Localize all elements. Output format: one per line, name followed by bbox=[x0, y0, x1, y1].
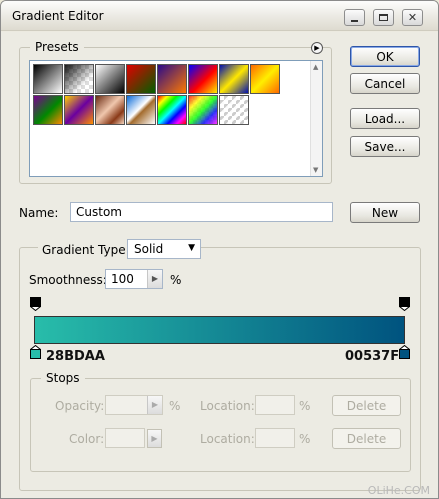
dialog-body: Presets ▶ ▲ ▼ OK Cancel Load... Save... … bbox=[1, 32, 438, 498]
color-location-input[interactable] bbox=[255, 428, 295, 448]
title-bar: Gradient Editor ✕ bbox=[1, 1, 438, 31]
smoothness-input[interactable]: 100 ▶ bbox=[105, 269, 163, 289]
preset-swatch-transparent-stripes[interactable] bbox=[219, 95, 249, 125]
arrow-right-icon: ▶ bbox=[151, 434, 158, 443]
stops-group: Stops bbox=[30, 371, 411, 472]
gradient-type-value: Solid bbox=[134, 242, 164, 256]
preset-swatch-black-white[interactable] bbox=[33, 64, 63, 94]
preset-swatch-red-green[interactable] bbox=[126, 64, 156, 94]
color-swatch-field[interactable] bbox=[105, 428, 145, 448]
delete-color-stop-button[interactable]: Delete bbox=[332, 428, 401, 449]
presets-grid: ▲ ▼ bbox=[29, 60, 323, 177]
close-button[interactable]: ✕ bbox=[402, 9, 423, 26]
preset-swatch-orange-yellow-orange[interactable] bbox=[250, 64, 280, 94]
color-menu-button[interactable]: ▶ bbox=[147, 429, 162, 448]
preset-swatch-blue-red-yellow[interactable] bbox=[188, 64, 218, 94]
load-button[interactable]: Load... bbox=[350, 108, 420, 129]
presets-scrollbar[interactable]: ▲ ▼ bbox=[310, 61, 322, 176]
stepper-arrow-icon: ▶ bbox=[151, 274, 159, 283]
color-stop-right[interactable] bbox=[399, 345, 410, 359]
name-label: Name: bbox=[19, 206, 59, 220]
new-button[interactable]: New bbox=[350, 202, 420, 223]
close-icon: ✕ bbox=[407, 11, 418, 24]
maximize-button[interactable] bbox=[373, 9, 394, 26]
watermark: OLiHe.COM bbox=[367, 484, 430, 497]
right-color-hex: 00537F bbox=[345, 349, 400, 364]
maximize-icon bbox=[379, 14, 388, 21]
presets-label: Presets bbox=[30, 40, 84, 54]
preset-swatch-spectrum[interactable] bbox=[157, 95, 187, 125]
name-field[interactable]: Custom bbox=[70, 202, 333, 222]
preset-swatch-violet-green-orange[interactable] bbox=[33, 95, 63, 125]
preset-swatch-black-white-2[interactable] bbox=[95, 64, 125, 94]
preset-swatch-yellow-violet-orange[interactable] bbox=[64, 95, 94, 125]
color-label: Color: bbox=[69, 432, 105, 446]
ok-button[interactable]: OK bbox=[350, 46, 420, 67]
opacity-location-unit: % bbox=[299, 399, 311, 413]
presets-menu-icon[interactable]: ▶ bbox=[311, 42, 323, 54]
gradient-type-select[interactable]: Solid ▼ bbox=[127, 239, 201, 259]
color-stop-left[interactable] bbox=[30, 345, 41, 359]
save-button[interactable]: Save... bbox=[350, 136, 420, 157]
smoothness-label: Smoothness: bbox=[29, 273, 107, 287]
opacity-location-label: Location: bbox=[200, 399, 255, 413]
cancel-button[interactable]: Cancel bbox=[350, 73, 420, 94]
chevron-down-icon: ▼ bbox=[188, 243, 195, 253]
gradient-type-label: Gradient Type: bbox=[38, 243, 134, 257]
preset-swatch-transparent-black[interactable] bbox=[64, 64, 94, 94]
stops-label: Stops bbox=[41, 371, 85, 385]
window-title: Gradient Editor bbox=[12, 9, 104, 23]
smoothness-value: 100 bbox=[111, 272, 134, 286]
opacity-label: Opacity: bbox=[55, 399, 105, 413]
scroll-down-icon[interactable]: ▼ bbox=[313, 166, 318, 174]
minimize-button[interactable] bbox=[344, 9, 365, 26]
color-location-label: Location: bbox=[200, 432, 255, 446]
gradient-editor-window: Gradient Editor ✕ Presets ▶ ▲ ▼ OK Cance… bbox=[0, 0, 439, 499]
preset-swatch-chrome[interactable] bbox=[126, 95, 156, 125]
smoothness-stepper[interactable]: ▶ bbox=[147, 270, 162, 288]
stepper-arrow-icon: ▶ bbox=[151, 400, 159, 409]
smoothness-unit: % bbox=[170, 273, 182, 287]
scroll-up-icon[interactable]: ▲ bbox=[313, 63, 318, 71]
preset-swatch-violet-orange[interactable] bbox=[157, 64, 187, 94]
color-location-unit: % bbox=[299, 432, 311, 446]
minimize-icon bbox=[351, 19, 358, 22]
preset-swatch-transparent-rainbow[interactable] bbox=[188, 95, 218, 125]
delete-opacity-stop-button[interactable]: Delete bbox=[332, 395, 401, 416]
opacity-stop-right[interactable] bbox=[399, 297, 410, 311]
gradient-preview-bar[interactable] bbox=[34, 316, 405, 344]
opacity-location-input[interactable] bbox=[255, 395, 295, 415]
opacity-unit: % bbox=[169, 399, 181, 413]
left-color-hex: 28BDAA bbox=[46, 349, 105, 364]
opacity-input[interactable]: ▶ bbox=[105, 395, 163, 415]
preset-swatch-blue-yellow-blue[interactable] bbox=[219, 64, 249, 94]
opacity-stepper[interactable]: ▶ bbox=[147, 396, 162, 414]
preset-swatch-copper[interactable] bbox=[95, 95, 125, 125]
opacity-stop-left[interactable] bbox=[30, 297, 41, 311]
